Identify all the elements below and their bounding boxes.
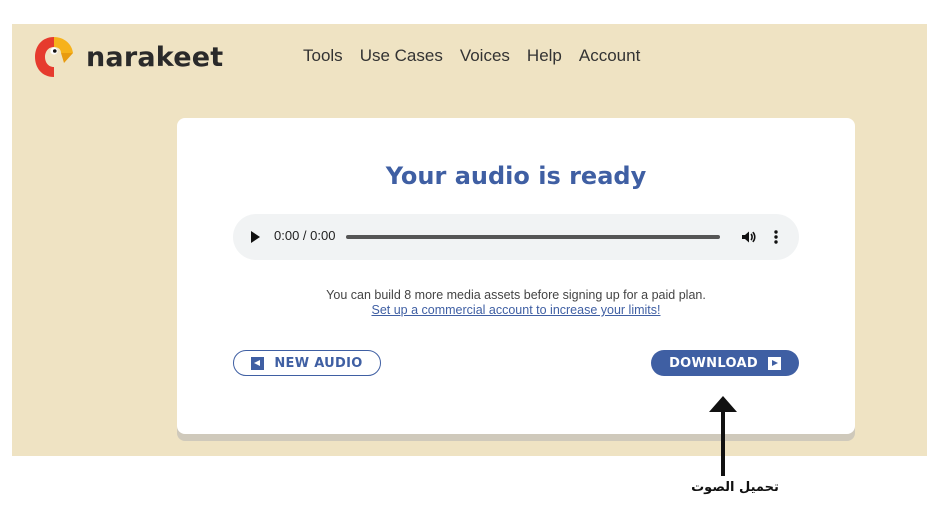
download-label: DOWNLOAD xyxy=(669,355,758,371)
nav-account[interactable]: Account xyxy=(579,46,640,66)
narakeet-logo[interactable]: narakeet xyxy=(34,35,223,79)
nav-help[interactable]: Help xyxy=(527,46,562,66)
back-arrow-icon xyxy=(251,356,265,370)
seek-bar[interactable] xyxy=(346,235,720,239)
main-nav: Tools Use Cases Voices Help Account xyxy=(303,46,657,66)
play-icon[interactable] xyxy=(251,231,260,243)
nav-use-cases[interactable]: Use Cases xyxy=(360,46,443,66)
forward-arrow-icon xyxy=(767,356,781,370)
limit-notice: You can build 8 more media assets before… xyxy=(177,288,855,318)
limit-text: You can build 8 more media assets before… xyxy=(326,288,706,302)
page-title: Your audio is ready xyxy=(385,162,647,190)
audio-player: 0:00 / 0:00 xyxy=(233,214,799,260)
commercial-account-link[interactable]: Set up a commercial account to increase … xyxy=(371,303,660,317)
time-display: 0:00 / 0:00 xyxy=(274,228,336,243)
annotation-caption: تحميل الصوت xyxy=(691,480,779,495)
nav-voices[interactable]: Voices xyxy=(460,46,510,66)
page-background: narakeet Tools Use Cases Voices Help Acc… xyxy=(12,24,927,456)
parrot-logo-icon xyxy=(35,37,73,77)
more-options-icon[interactable] xyxy=(772,228,780,246)
pointer-arrow-icon xyxy=(709,396,737,476)
new-audio-label: NEW AUDIO xyxy=(274,355,363,371)
brand-name: narakeet xyxy=(86,41,224,73)
new-audio-button[interactable]: NEW AUDIO xyxy=(233,350,381,376)
nav-tools[interactable]: Tools xyxy=(303,46,343,66)
download-button[interactable]: DOWNLOAD xyxy=(651,350,799,376)
result-card: Your audio is ready 0:00 / 0:00 You can … xyxy=(177,118,855,434)
volume-icon[interactable] xyxy=(740,229,756,245)
